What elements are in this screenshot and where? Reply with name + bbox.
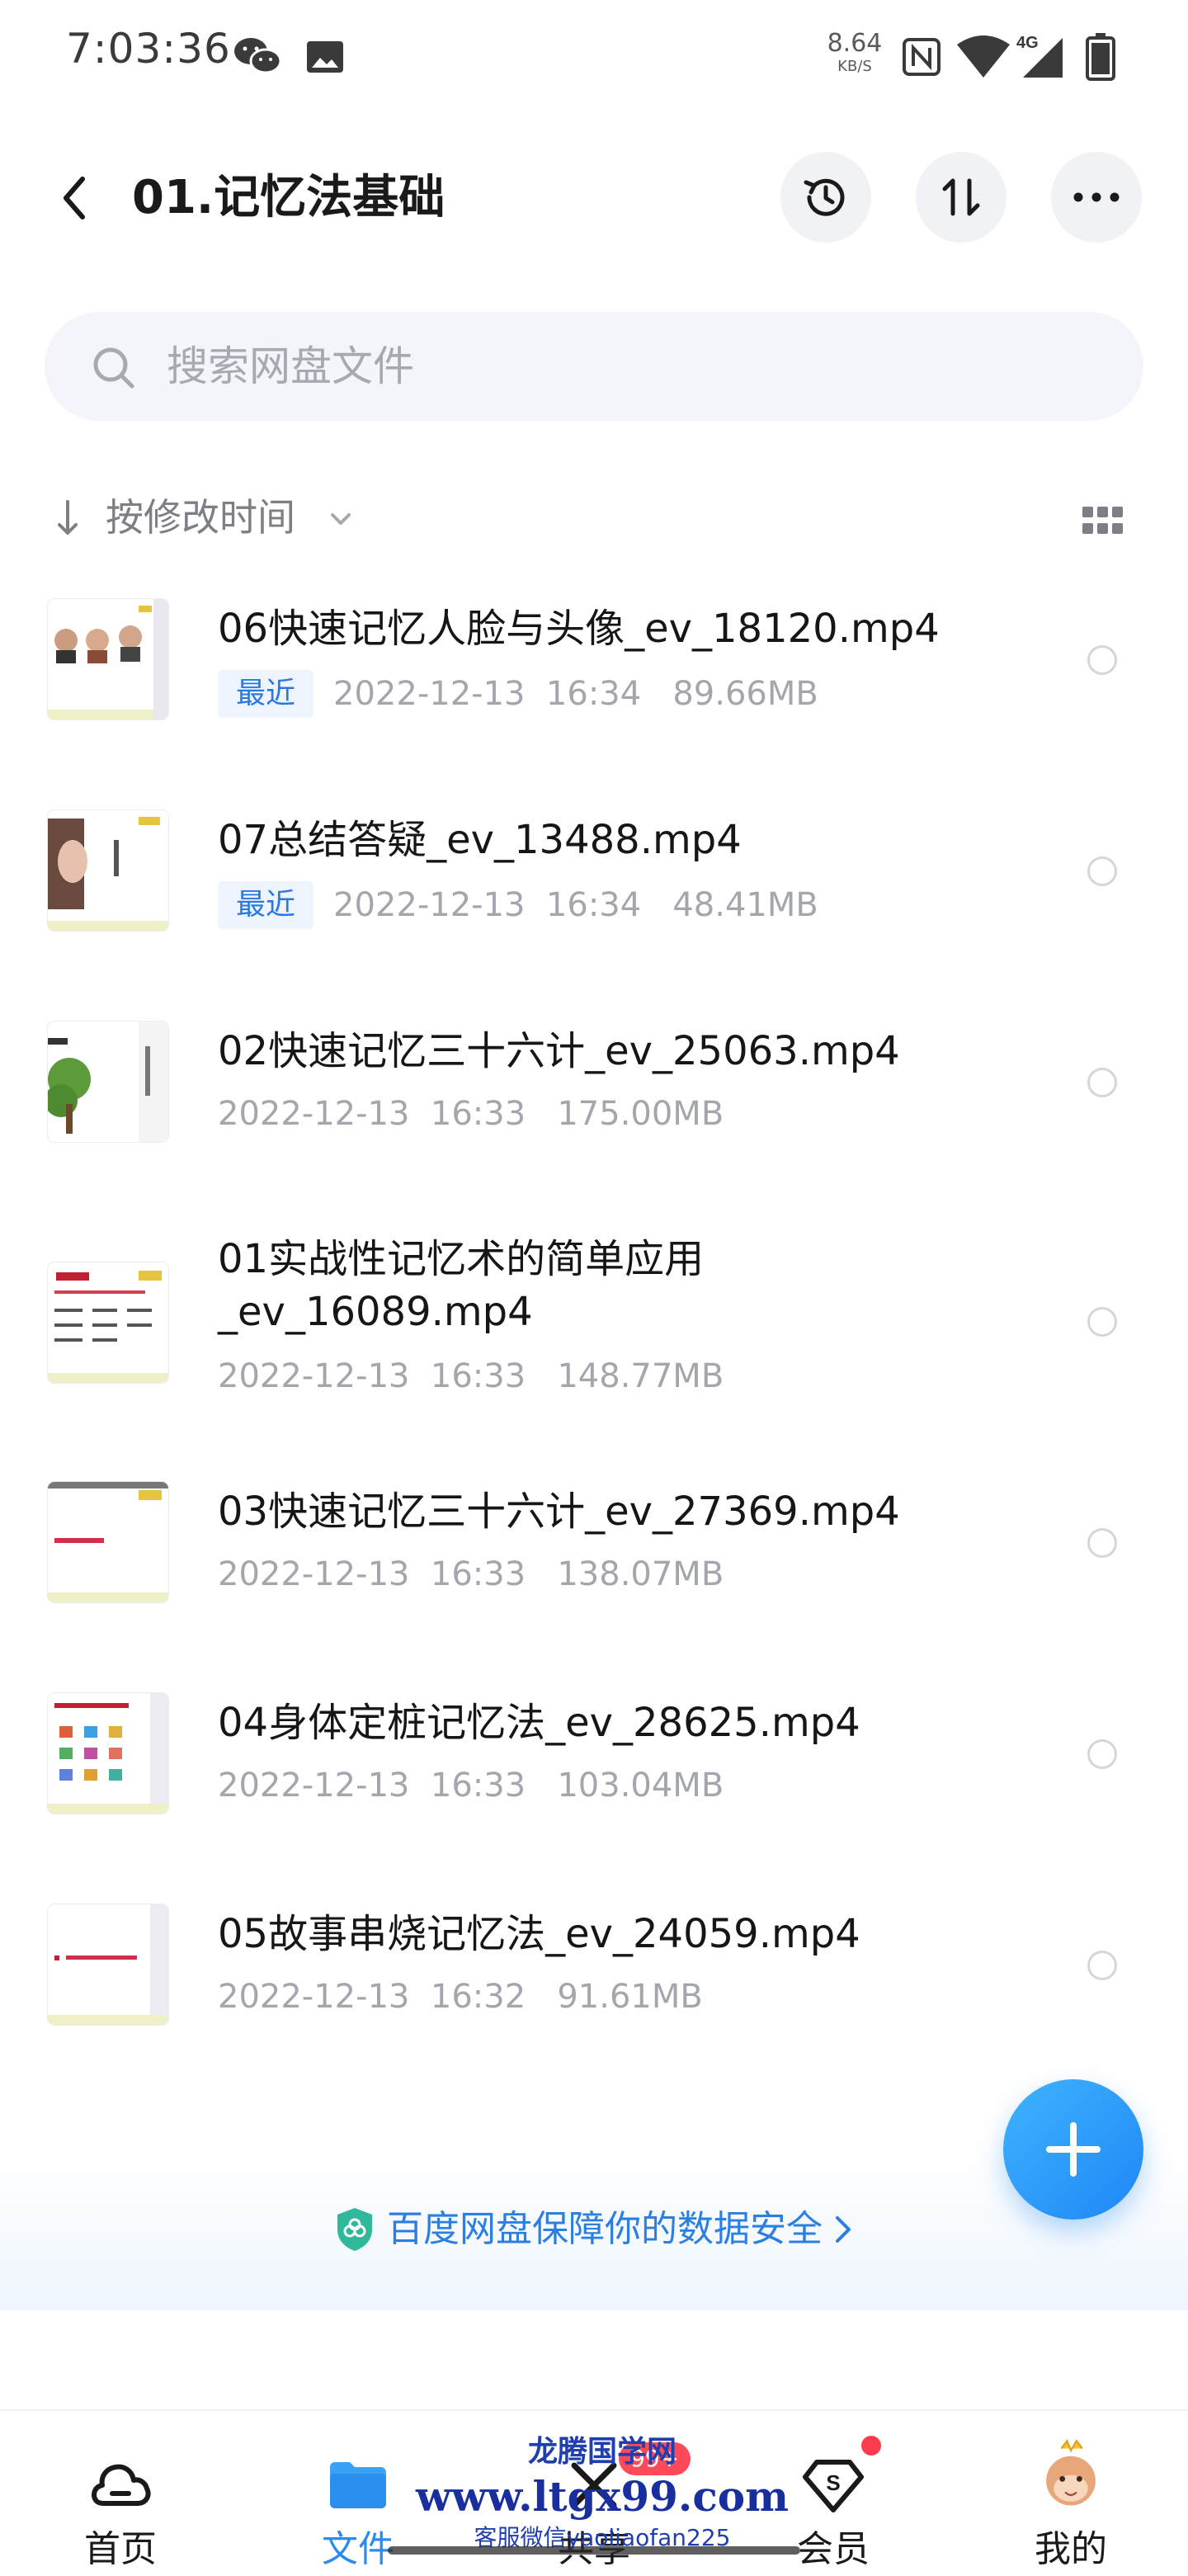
nav-home[interactable]: 首页: [38, 2411, 203, 2576]
file-meta: 2022-12-13 16:33 103.04MB: [218, 1764, 724, 1807]
sort-button[interactable]: [916, 152, 1006, 243]
file-time: 16:33: [430, 1095, 526, 1133]
file-row[interactable]: 05故事串烧记忆法_ev_24059.mp4 2022-12-13 16:32 …: [0, 1891, 1188, 2056]
file-row[interactable]: 02快速记忆三十六计_ev_25063.mp4 2022-12-13 16:33…: [0, 1008, 1188, 1173]
cloud-home-icon: [92, 2464, 151, 2506]
file-meta: 2022-12-13 16:32 91.61MB: [218, 1975, 703, 2018]
video-thumbnail: [48, 1904, 168, 2025]
file-size: 89.66MB: [672, 675, 818, 713]
select-checkbox[interactable]: [1087, 645, 1117, 675]
vip-diamond-icon: S: [803, 2460, 864, 2512]
file-time: 16:34: [545, 675, 642, 713]
file-date: 2022-12-13: [333, 675, 526, 713]
sort-direction-icon[interactable]: [54, 498, 81, 538]
file-row[interactable]: 06快速记忆人脸与头像_ev_18120.mp4 最近 2022-12-13 1…: [0, 586, 1188, 751]
file-time: 16:33: [430, 1767, 526, 1805]
share-icon: [571, 2462, 617, 2508]
file-date: 2022-12-13: [218, 1555, 410, 1593]
video-thumbnail: [48, 1021, 168, 1142]
file-name: 07总结答疑_ev_13488.mp4: [218, 817, 742, 863]
search-placeholder: 搜索网盘文件: [167, 342, 414, 390]
file-name: 02快速记忆三十六计_ev_25063.mp4: [218, 1028, 900, 1074]
file-meta: 2022-12-13 16:33 138.07MB: [218, 1553, 724, 1596]
video-thumbnail: [48, 1693, 168, 1814]
file-time: 16:33: [430, 1555, 526, 1593]
file-date: 2022-12-13: [218, 1095, 410, 1133]
plus-icon: [1046, 2122, 1101, 2177]
avatar-icon: [1046, 2438, 1096, 2506]
file-size: 48.41MB: [672, 886, 818, 924]
grid-view-icon[interactable]: [1082, 507, 1124, 536]
select-checkbox[interactable]: [1087, 1068, 1117, 1097]
file-name: 01实战性记忆术的简单应用 _ev_16089.mp4: [218, 1236, 705, 1335]
search-icon: [93, 347, 134, 389]
file-time: 16:34: [545, 886, 642, 924]
recent-badge: 最近: [218, 670, 314, 718]
recent-badge: 最近: [218, 881, 314, 929]
file-size: 91.61MB: [557, 1978, 703, 2016]
file-size: 138.07MB: [557, 1555, 724, 1593]
file-row[interactable]: 03快速记忆三十六计_ev_27369.mp4 2022-12-13 16:33…: [0, 1469, 1188, 1634]
file-time: 16:33: [430, 1357, 526, 1395]
file-meta: 最近 2022-12-13 16:34 48.41MB: [218, 881, 818, 929]
chevron-down-icon[interactable]: [328, 507, 353, 531]
file-size: 175.00MB: [557, 1095, 724, 1133]
video-thumbnail: [48, 599, 168, 719]
video-thumbnail: [48, 1482, 168, 1602]
select-checkbox[interactable]: [1087, 856, 1117, 886]
file-meta: 2022-12-13 16:33 175.00MB: [218, 1092, 724, 1135]
status-time: 7:03:36: [66, 25, 231, 73]
file-meta: 最近 2022-12-13 16:34 89.66MB: [218, 670, 818, 718]
file-row[interactable]: 01实战性记忆术的简单应用 _ev_16089.mp4 2022-12-13 1…: [0, 1224, 1188, 1422]
file-name: 05故事串烧记忆法_ev_24059.mp4: [218, 1911, 860, 1957]
file-row[interactable]: 07总结答疑_ev_13488.mp4 最近 2022-12-13 16:34 …: [0, 797, 1188, 962]
more-icon: [1073, 192, 1120, 202]
file-date: 2022-12-13: [218, 1978, 410, 2016]
battery-icon: [1086, 33, 1115, 81]
signal-4g-icon: 4G: [1016, 31, 1066, 79]
sort-dropdown[interactable]: 按修改时间: [106, 492, 295, 543]
file-date: 2022-12-13: [218, 1357, 410, 1395]
file-time: 16:32: [430, 1978, 526, 2016]
folder-icon: [330, 2462, 386, 2508]
file-row[interactable]: 04身体定桩记忆法_ev_28625.mp4 2022-12-13 16:33 …: [0, 1680, 1188, 1845]
file-name: 06快速记忆人脸与头像_ev_18120.mp4: [218, 606, 940, 652]
security-text: 百度网盘保障你的数据安全: [387, 2208, 823, 2250]
image-icon: [307, 41, 343, 73]
svg-text:S: S: [826, 2470, 840, 2495]
home-indicator: [388, 2546, 800, 2555]
chevron-left-icon: [64, 177, 85, 219]
svg-text:4G: 4G: [1016, 34, 1039, 52]
add-button[interactable]: [1003, 2079, 1143, 2220]
back-button[interactable]: [50, 165, 99, 231]
file-size: 148.77MB: [557, 1357, 724, 1395]
history-button[interactable]: [780, 152, 871, 243]
search-input[interactable]: 搜索网盘文件: [45, 312, 1143, 421]
select-checkbox[interactable]: [1087, 1528, 1117, 1558]
page-title: 01.记忆法基础: [132, 171, 446, 224]
shield-icon: [337, 2208, 372, 2251]
history-icon: [804, 178, 845, 216]
wechat-icon: [234, 38, 282, 74]
video-thumbnail: [48, 1262, 168, 1383]
sort-icon: [942, 178, 980, 216]
nfc-icon: [903, 38, 940, 76]
file-meta: 2022-12-13 16:33 148.77MB: [218, 1355, 724, 1398]
select-checkbox[interactable]: [1087, 1739, 1117, 1769]
file-size: 103.04MB: [557, 1767, 724, 1805]
file-date: 2022-12-13: [218, 1767, 410, 1805]
nav-mine[interactable]: 我的: [988, 2411, 1153, 2576]
wifi-icon: [957, 35, 1010, 78]
vip-notification-dot: [861, 2436, 881, 2456]
file-name: 04身体定桩记忆法_ev_28625.mp4: [218, 1700, 860, 1746]
select-checkbox[interactable]: [1087, 1307, 1117, 1337]
file-date: 2022-12-13: [333, 886, 526, 924]
chevron-right-icon: [836, 2216, 851, 2243]
share-badge: 99+: [619, 2442, 691, 2475]
file-name: 03快速记忆三十六计_ev_27369.mp4: [218, 1489, 900, 1535]
video-thumbnail: [48, 810, 168, 931]
network-speed: 8.64 KB/S: [827, 29, 883, 75]
select-checkbox[interactable]: [1087, 1951, 1117, 1980]
more-button[interactable]: [1051, 152, 1142, 243]
